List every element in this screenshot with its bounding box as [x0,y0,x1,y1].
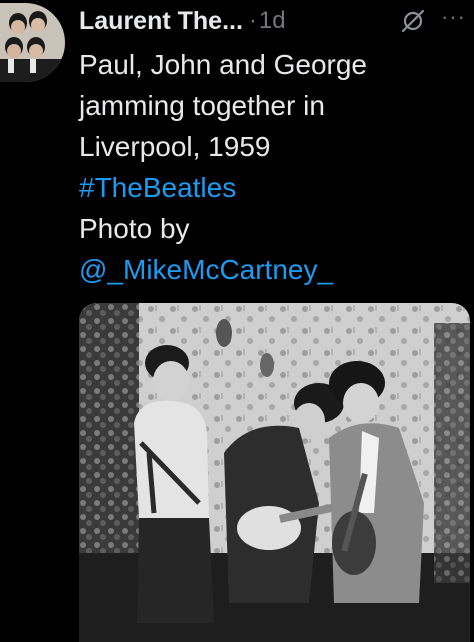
tweet-age[interactable]: 1d [259,7,286,35]
more-options-icon[interactable]: ··· [441,4,466,30]
author-avatar[interactable] [0,3,65,82]
beatles-jamming-photo [79,303,470,642]
tweet-header: Laurent The... · 1d ··· [79,4,466,38]
grok-icon[interactable] [397,5,429,37]
hashtag-link[interactable]: #TheBeatles [79,167,469,208]
beatles-group-avatar [0,3,65,82]
tweet-text: Paul, John and George jamming together i… [79,44,469,290]
photo-credit-text: Photo by [79,213,190,244]
author-name[interactable]: Laurent The... [79,7,243,36]
tweet-text-line: Liverpool, 1959 [79,131,271,162]
mention-link[interactable]: @_MikeMcCartney_ [79,249,469,290]
tweet-text-line: Paul, John and George [79,49,367,80]
tweet-media-photo[interactable] [79,303,470,642]
separator-dot: · [248,7,257,34]
tweet-text-line: jamming together in [79,90,325,121]
